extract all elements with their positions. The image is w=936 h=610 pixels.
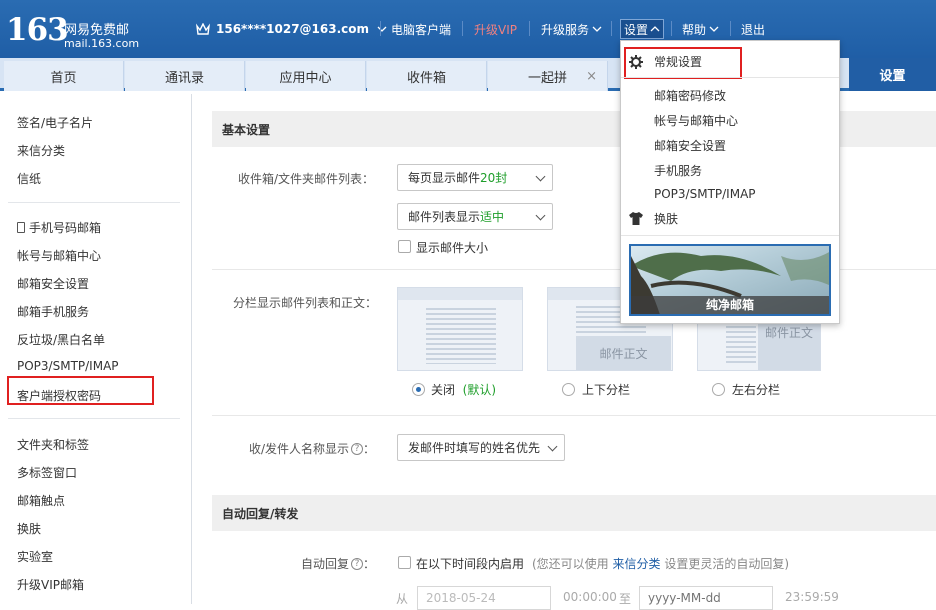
chevron-down-icon <box>535 210 546 221</box>
dropdown-item-security[interactable]: 邮箱安全设置 <box>654 137 726 154</box>
auto-reply-enable-label: 在以下时间段内启用 <box>416 557 525 571</box>
name-display-value: 发邮件时填写的姓名优先 <box>408 441 541 455</box>
highlight-box <box>7 376 154 405</box>
sidebar-item-antispam[interactable]: 反垃圾/黑白名单 <box>17 331 105 348</box>
chevron-up-icon <box>650 26 660 32</box>
sidebar-item-mail-filter[interactable]: 来信分类 <box>17 142 65 159</box>
tab-group-buy-label: 一起拼 <box>527 70 567 86</box>
sidebar-item-multi-tab[interactable]: 多标签窗口 <box>17 464 77 481</box>
name-display-label: 收/发件人名称显示 ?： <box>249 442 376 456</box>
dropdown-skin-label: 换肤 <box>654 212 679 226</box>
list-setting-label: 收件箱/文件夹邮件列表： <box>238 172 375 186</box>
auto-reply-checkbox[interactable] <box>398 556 411 569</box>
logo-number[interactable]: 163 <box>6 12 69 48</box>
phone-icon <box>17 222 25 233</box>
tab-group-buy[interactable]: 一起拼 × <box>488 61 608 91</box>
layout-vertical-radio[interactable] <box>562 383 575 396</box>
logo-domain: mail.163.com <box>64 37 140 50</box>
chevron-down-icon <box>592 26 602 32</box>
sidebar-item-account-center[interactable]: 帐号与邮箱中心 <box>17 247 101 264</box>
account-email: 156****1027@163.com <box>216 22 370 36</box>
highlight-box <box>624 47 742 79</box>
tab-app-center[interactable]: 应用中心 <box>246 61 366 91</box>
nav-upgrade-service[interactable]: 升级服务 <box>541 20 602 38</box>
layout-horizontal-radio[interactable] <box>712 383 725 396</box>
chevron-down-icon <box>377 26 387 32</box>
tab-settings[interactable]: 设置 <box>849 58 936 91</box>
chevron-down-icon <box>547 441 558 452</box>
per-page-value: 20封 <box>480 171 508 185</box>
sidebar-item-touchpoint[interactable]: 邮箱触点 <box>17 492 65 509</box>
end-time[interactable]: 23:59:59 <box>785 590 839 604</box>
nav-desktop-client[interactable]: 电脑客户端 <box>391 20 451 38</box>
nav-upgrade-vip[interactable]: 升级VIP <box>474 20 517 38</box>
auto-reply-note: (您还可以使用 来信分类 设置更灵活的自动回复) <box>532 557 790 571</box>
density-prefix: 邮件列表显示 <box>408 210 481 224</box>
settings-dropdown: 常规设置 邮箱密码修改 帐号与邮箱中心 邮箱安全设置 手机服务 POP3/SMT… <box>620 40 840 324</box>
tab-inbox[interactable]: 收件箱 <box>367 61 487 91</box>
layout-off-preview[interactable] <box>397 287 523 371</box>
start-date-input[interactable] <box>417 586 551 610</box>
layout-off-label: 关闭 (默认) <box>431 383 497 397</box>
sidebar-item-folders[interactable]: 文件夹和标签 <box>17 436 89 453</box>
tab-contacts[interactable]: 通讯录 <box>125 61 245 91</box>
nav-logout[interactable]: 退出 <box>741 20 765 38</box>
list-density-select[interactable]: 邮件列表显示 适中 <box>397 203 553 230</box>
mail-filter-link[interactable]: 来信分类 <box>613 557 661 571</box>
sidebar-item-skin[interactable]: 换肤 <box>17 520 41 537</box>
sidebar-item-mobile-service[interactable]: 邮箱手机服务 <box>17 303 89 320</box>
sidebar-item-security[interactable]: 邮箱安全设置 <box>17 275 89 292</box>
per-page-prefix: 每页显示邮件 <box>408 171 481 185</box>
density-value: 适中 <box>480 210 505 224</box>
sidebar-item-stationery[interactable]: 信纸 <box>17 170 41 187</box>
help-icon[interactable]: ? <box>351 557 364 570</box>
crown-icon <box>196 23 210 35</box>
dropdown-item-password[interactable]: 邮箱密码修改 <box>654 87 726 104</box>
nav-help[interactable]: 帮助 <box>682 20 719 38</box>
close-icon[interactable]: × <box>586 69 597 84</box>
sidebar-item-label: 手机号码邮箱 <box>29 221 102 235</box>
sidebar-item-lab[interactable]: 实验室 <box>17 548 53 565</box>
logo-text: 网易免费邮 <box>64 23 130 38</box>
layout-off-radio[interactable] <box>412 383 425 396</box>
dropdown-item-account-center[interactable]: 帐号与邮箱中心 <box>654 112 738 129</box>
from-label: 从 <box>396 592 409 606</box>
account-menu[interactable]: 156****1027@163.com <box>196 20 387 38</box>
sidebar-item-upgrade-vip[interactable]: 升级VIP邮箱 <box>17 576 84 593</box>
help-icon[interactable]: ? <box>351 442 364 455</box>
name-display-select[interactable]: 发邮件时填写的姓名优先 <box>397 434 565 461</box>
nav-settings-label: 设置 <box>624 22 649 37</box>
layout-horizontal-label: 左右分栏 <box>732 383 781 397</box>
preview-body-label: 邮件正文 <box>576 336 671 370</box>
split-view-label: 分栏显示邮件列表和正文： <box>233 296 378 310</box>
nav-settings[interactable]: 设置 <box>620 19 665 39</box>
skin-preview[interactable]: 纯净邮箱 <box>629 244 831 316</box>
section-auto-reply-title: 自动回复/转发 <box>212 495 936 531</box>
sidebar-item-mobile-mailbox[interactable]: 手机号码邮箱 <box>17 219 101 236</box>
tab-home[interactable]: 首页 <box>4 61 124 91</box>
show-size-label: 显示邮件大小 <box>416 241 489 255</box>
dropdown-item-skin[interactable]: 换肤 <box>629 210 678 227</box>
chevron-down-icon <box>535 171 546 182</box>
auto-reply-label: 自动回复 ?： <box>301 557 376 571</box>
nav-help-label: 帮助 <box>682 22 707 37</box>
sidebar-item-signature[interactable]: 签名/电子名片 <box>17 114 93 131</box>
skin-caption: 纯净邮箱 <box>631 296 829 314</box>
show-size-checkbox[interactable] <box>398 240 411 253</box>
dropdown-item-mobile-service[interactable]: 手机服务 <box>654 162 702 179</box>
per-page-select[interactable]: 每页显示邮件 20封 <box>397 164 553 191</box>
sidebar-item-pop3[interactable]: POP3/SMTP/IMAP <box>17 359 119 373</box>
nav-upgrade-service-label: 升级服务 <box>541 22 590 37</box>
tshirt-icon <box>629 212 643 225</box>
start-time[interactable]: 00:00:00 <box>563 590 617 604</box>
end-date-input[interactable] <box>639 586 773 610</box>
dropdown-item-pop3[interactable]: POP3/SMTP/IMAP <box>654 187 756 201</box>
layout-vertical-label: 上下分栏 <box>582 383 631 397</box>
settings-sidebar: 签名/电子名片 来信分类 信纸 手机号码邮箱 帐号与邮箱中心 邮箱安全设置 邮箱… <box>0 94 192 604</box>
to-label: 至 <box>619 592 632 606</box>
chevron-down-icon <box>709 26 719 32</box>
